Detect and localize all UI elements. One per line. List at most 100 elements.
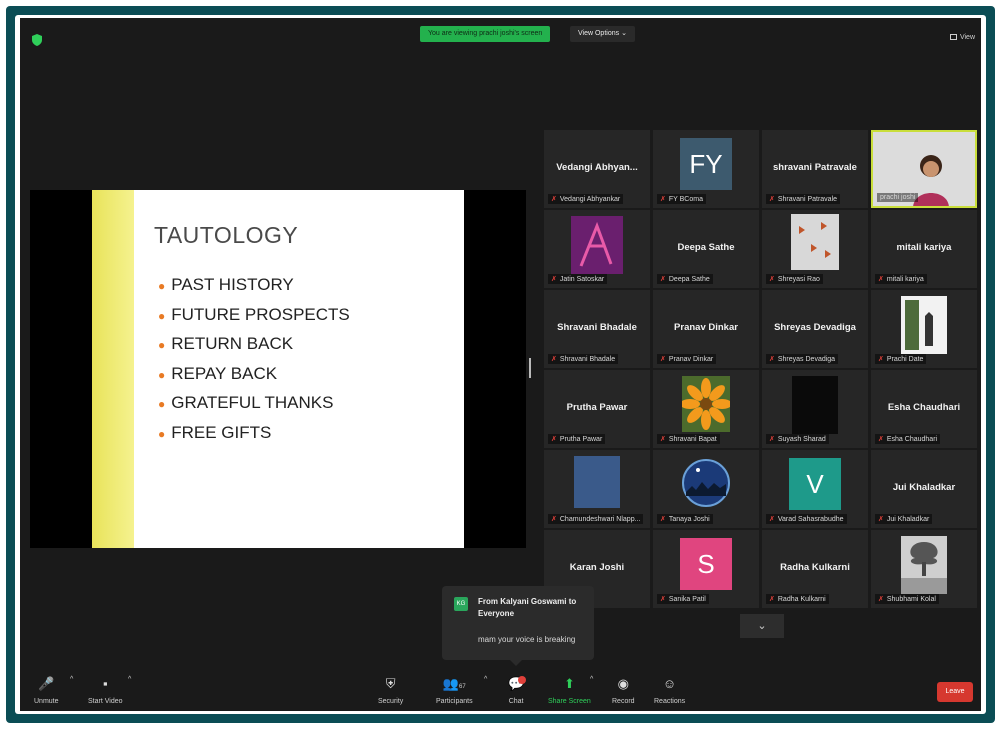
participants-count: 67 — [459, 684, 466, 690]
participant-tile[interactable]: ✗ Jatin Satoskar — [544, 210, 650, 288]
participant-label: ✗ Shreyas Devadiga — [766, 354, 839, 364]
chat-notification-popup[interactable]: KG From Kalyani Goswami to Everyone mam … — [442, 586, 594, 666]
share-screen-button[interactable]: ⬆ Share Screen — [548, 676, 591, 705]
mic-muted-icon: ✗ — [551, 356, 557, 363]
participant-label: ✗ Pranav Dinkar — [657, 354, 717, 364]
presentation-slide: TAUTOLOGY ● PAST HISTORY ● FUTURE PROSPECT… — [92, 190, 464, 548]
participants-icon: 👥67 — [442, 676, 466, 691]
start-video-label: Start Video — [88, 698, 123, 705]
participant-name: Karan Joshi — [569, 562, 625, 573]
chat-sender: From Kalyani Goswami to Everyone — [478, 597, 577, 618]
participant-label: ✗ Varad Sahasrabudhe — [766, 514, 847, 524]
share-options-caret[interactable]: ^ — [590, 676, 593, 683]
chevron-down-icon: ⌄ — [757, 620, 767, 632]
gallery-scroll-down-button[interactable]: ⌄ — [740, 614, 784, 638]
unmute-label: Unmute — [34, 698, 59, 705]
view-button[interactable]: View — [949, 34, 975, 41]
chat-label: Chat — [508, 698, 524, 705]
chevron-down-icon: ⌄ — [621, 30, 627, 37]
mic-muted-icon: ✗ — [551, 196, 557, 203]
participant-tile[interactable]: ✗ Suyash Sharad — [762, 370, 868, 448]
grid-icon — [949, 34, 957, 41]
shield-icon[interactable] — [32, 34, 42, 46]
participant-label: ✗ Shravani Bapat — [657, 434, 720, 444]
participant-tile[interactable]: ✗ Shreyasi Rao — [762, 210, 868, 288]
participant-tile[interactable]: Prutha Pawar ✗ Prutha Pawar — [544, 370, 650, 448]
participant-name: Shravani Bhadale — [557, 322, 637, 333]
slide-bullet: ● REPAY BACK — [158, 359, 350, 389]
participant-tile[interactable]: Jui Khaladkar ✗ Jui Khaladkar — [871, 450, 977, 528]
slide-accent-band — [92, 190, 134, 548]
participant-tile[interactable]: Esha Chaudhari ✗ Esha Chaudhari — [871, 370, 977, 448]
reactions-label: Reactions — [654, 698, 686, 705]
participant-tile[interactable]: ✗ Prachi Date — [871, 290, 977, 368]
participant-tile[interactable]: ✗ Chamundeshwari Nlapp... — [544, 450, 650, 528]
participant-tile[interactable]: Pranav Dinkar ✗ Pranav Dinkar — [653, 290, 759, 368]
split-divider-handle[interactable] — [529, 358, 531, 378]
slide-bullet: ● RETURN BACK — [158, 329, 350, 359]
participants-options-caret[interactable]: ^ — [484, 676, 487, 683]
participant-tile[interactable]: ✗ Shravani Bapat — [653, 370, 759, 448]
participant-name: Jui Khaladkar — [892, 482, 956, 493]
participant-label: ✗ Shravani Bhadale — [548, 354, 619, 364]
profile-picture — [792, 376, 838, 434]
mic-muted-icon: ✗ — [660, 276, 666, 283]
participant-tile[interactable]: Radha Kulkarni ✗ Radha Kulkarni — [762, 530, 868, 608]
participant-label: ✗ Jui Khaladkar — [875, 514, 933, 524]
participant-label: ✗ Shreyasi Rao — [766, 274, 823, 284]
participant-tile[interactable]: FY ✗ FY BComa — [653, 130, 759, 208]
participant-label: ✗ Shravani Patravale — [766, 194, 841, 204]
participant-tile[interactable]: Vedangi Abhyan... ✗ Vedangi Abhyankar — [544, 130, 650, 208]
participant-name: Vedangi Abhyan... — [556, 162, 638, 173]
mic-muted-icon: ✗ — [769, 356, 775, 363]
participant-label: ✗ Suyash Sharad — [766, 434, 829, 444]
participant-tile[interactable]: Shravani Bhadale ✗ Shravani Bhadale — [544, 290, 650, 368]
video-options-caret[interactable]: ^ — [128, 676, 131, 683]
mic-muted-icon: ✗ — [660, 436, 666, 443]
bullet-text: GRATEFUL THANKS — [171, 393, 334, 412]
participant-tile-active-speaker[interactable]: prachi joshi — [871, 130, 977, 208]
participant-tile[interactable]: shravani Patravale ✗ Shravani Patravale — [762, 130, 868, 208]
slide-title: TAUTOLOGY — [154, 222, 299, 248]
participant-tile[interactable]: ✗ Shubhami Kolal — [871, 530, 977, 608]
view-label: View — [959, 34, 975, 41]
mic-off-icon: 🎤 — [38, 676, 55, 691]
participant-tile[interactable]: mitali kariya ✗ mitali kariya — [871, 210, 977, 288]
participant-gallery: Vedangi Abhyan... ✗ Vedangi Abhyankar FY … — [544, 130, 980, 610]
profile-picture — [682, 376, 730, 432]
audio-options-caret[interactable]: ^ — [70, 676, 73, 683]
security-button[interactable]: ⛨ Security — [378, 676, 403, 705]
participant-tile[interactable]: Deepa Sathe ✗ Deepa Sathe — [653, 210, 759, 288]
share-screen-icon: ⬆ — [563, 676, 575, 691]
mic-muted-icon: ✗ — [660, 516, 666, 523]
chat-button[interactable]: 💬 Chat — [508, 676, 526, 705]
participant-tile[interactable]: Shreyas Devadiga ✗ Shreyas Devadiga — [762, 290, 868, 368]
participant-tile[interactable]: V ✗ Varad Sahasrabudhe — [762, 450, 868, 528]
participant-label: ✗ FY BComa — [657, 194, 706, 204]
view-options-button[interactable]: View Options ⌄ — [570, 26, 635, 42]
bullet-text: FUTURE PROSPECTS — [171, 304, 350, 324]
reactions-button[interactable]: ☺ Reactions — [654, 676, 685, 705]
participant-name: Prutha Pawar — [566, 402, 628, 413]
participant-tile[interactable]: ✗ Tanaya Joshi — [653, 450, 759, 528]
unread-badge — [518, 676, 526, 684]
participant-label: ✗ Sanika Patil — [657, 594, 709, 604]
unmute-button[interactable]: 🎤 Unmute — [34, 676, 59, 705]
participant-label: prachi joshi — [877, 193, 919, 202]
bullet-text: REPAY BACK — [171, 363, 278, 383]
video-off-icon: ▪ — [102, 676, 108, 691]
slide-bullet: ● FUTURE PROSPECTS — [158, 300, 350, 330]
shield-icon: ⛨ — [385, 676, 396, 691]
participants-button[interactable]: 👥67 Participants — [436, 676, 473, 705]
record-button[interactable]: ◉ Record — [612, 676, 635, 705]
bullet-text: RETURN BACK — [171, 334, 294, 353]
leave-button[interactable]: Leave — [937, 682, 973, 702]
profile-picture — [682, 459, 730, 507]
start-video-button[interactable]: ▪ Start Video — [88, 676, 123, 705]
bullet-icon: ● — [158, 338, 166, 352]
participant-tile[interactable]: S ✗ Sanika Patil — [653, 530, 759, 608]
top-bar: You are viewing prachi joshi's screen Vi… — [20, 18, 981, 46]
share-screen-label: Share Screen — [548, 698, 591, 705]
mic-muted-icon: ✗ — [769, 516, 775, 523]
chat-icon: 💬 — [508, 676, 526, 691]
